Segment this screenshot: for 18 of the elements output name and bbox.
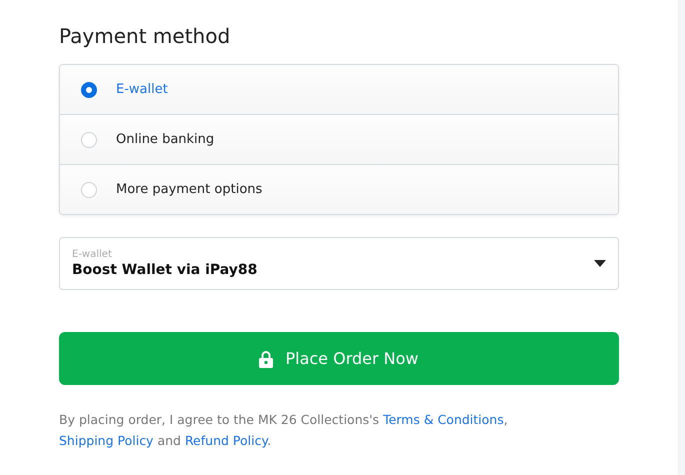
place-order-button[interactable]: Place Order Now (59, 332, 619, 385)
payment-option[interactable]: E-wallet (60, 65, 618, 114)
option-label: E-wallet (116, 82, 168, 97)
agreement-text: By placing order, I agree to the MK 26 Collections's Terms & Conditions, Shipping Policy and Refund Policy. (59, 411, 509, 450)
option-label: More payment options (116, 182, 262, 197)
policy-link[interactable]: Shipping Policy (59, 433, 154, 448)
radio-button[interactable] (81, 82, 97, 98)
policy-link[interactable]: Terms & Conditions (383, 412, 504, 427)
lock-icon (259, 350, 274, 368)
payment-option[interactable]: Online banking (60, 114, 618, 164)
payment-option[interactable]: More payment options (60, 164, 618, 214)
select-value: Boost Wallet via iPay88 (72, 262, 258, 278)
policy-link[interactable]: Refund Policy (184, 433, 268, 448)
section-title: Payment method (59, 24, 230, 48)
wallet-select[interactable]: E-wallet Boost Wallet via iPay88 (59, 237, 619, 290)
caret-icon (594, 260, 606, 267)
option-label: Online banking (116, 132, 214, 147)
select-label: E-wallet (72, 249, 112, 260)
